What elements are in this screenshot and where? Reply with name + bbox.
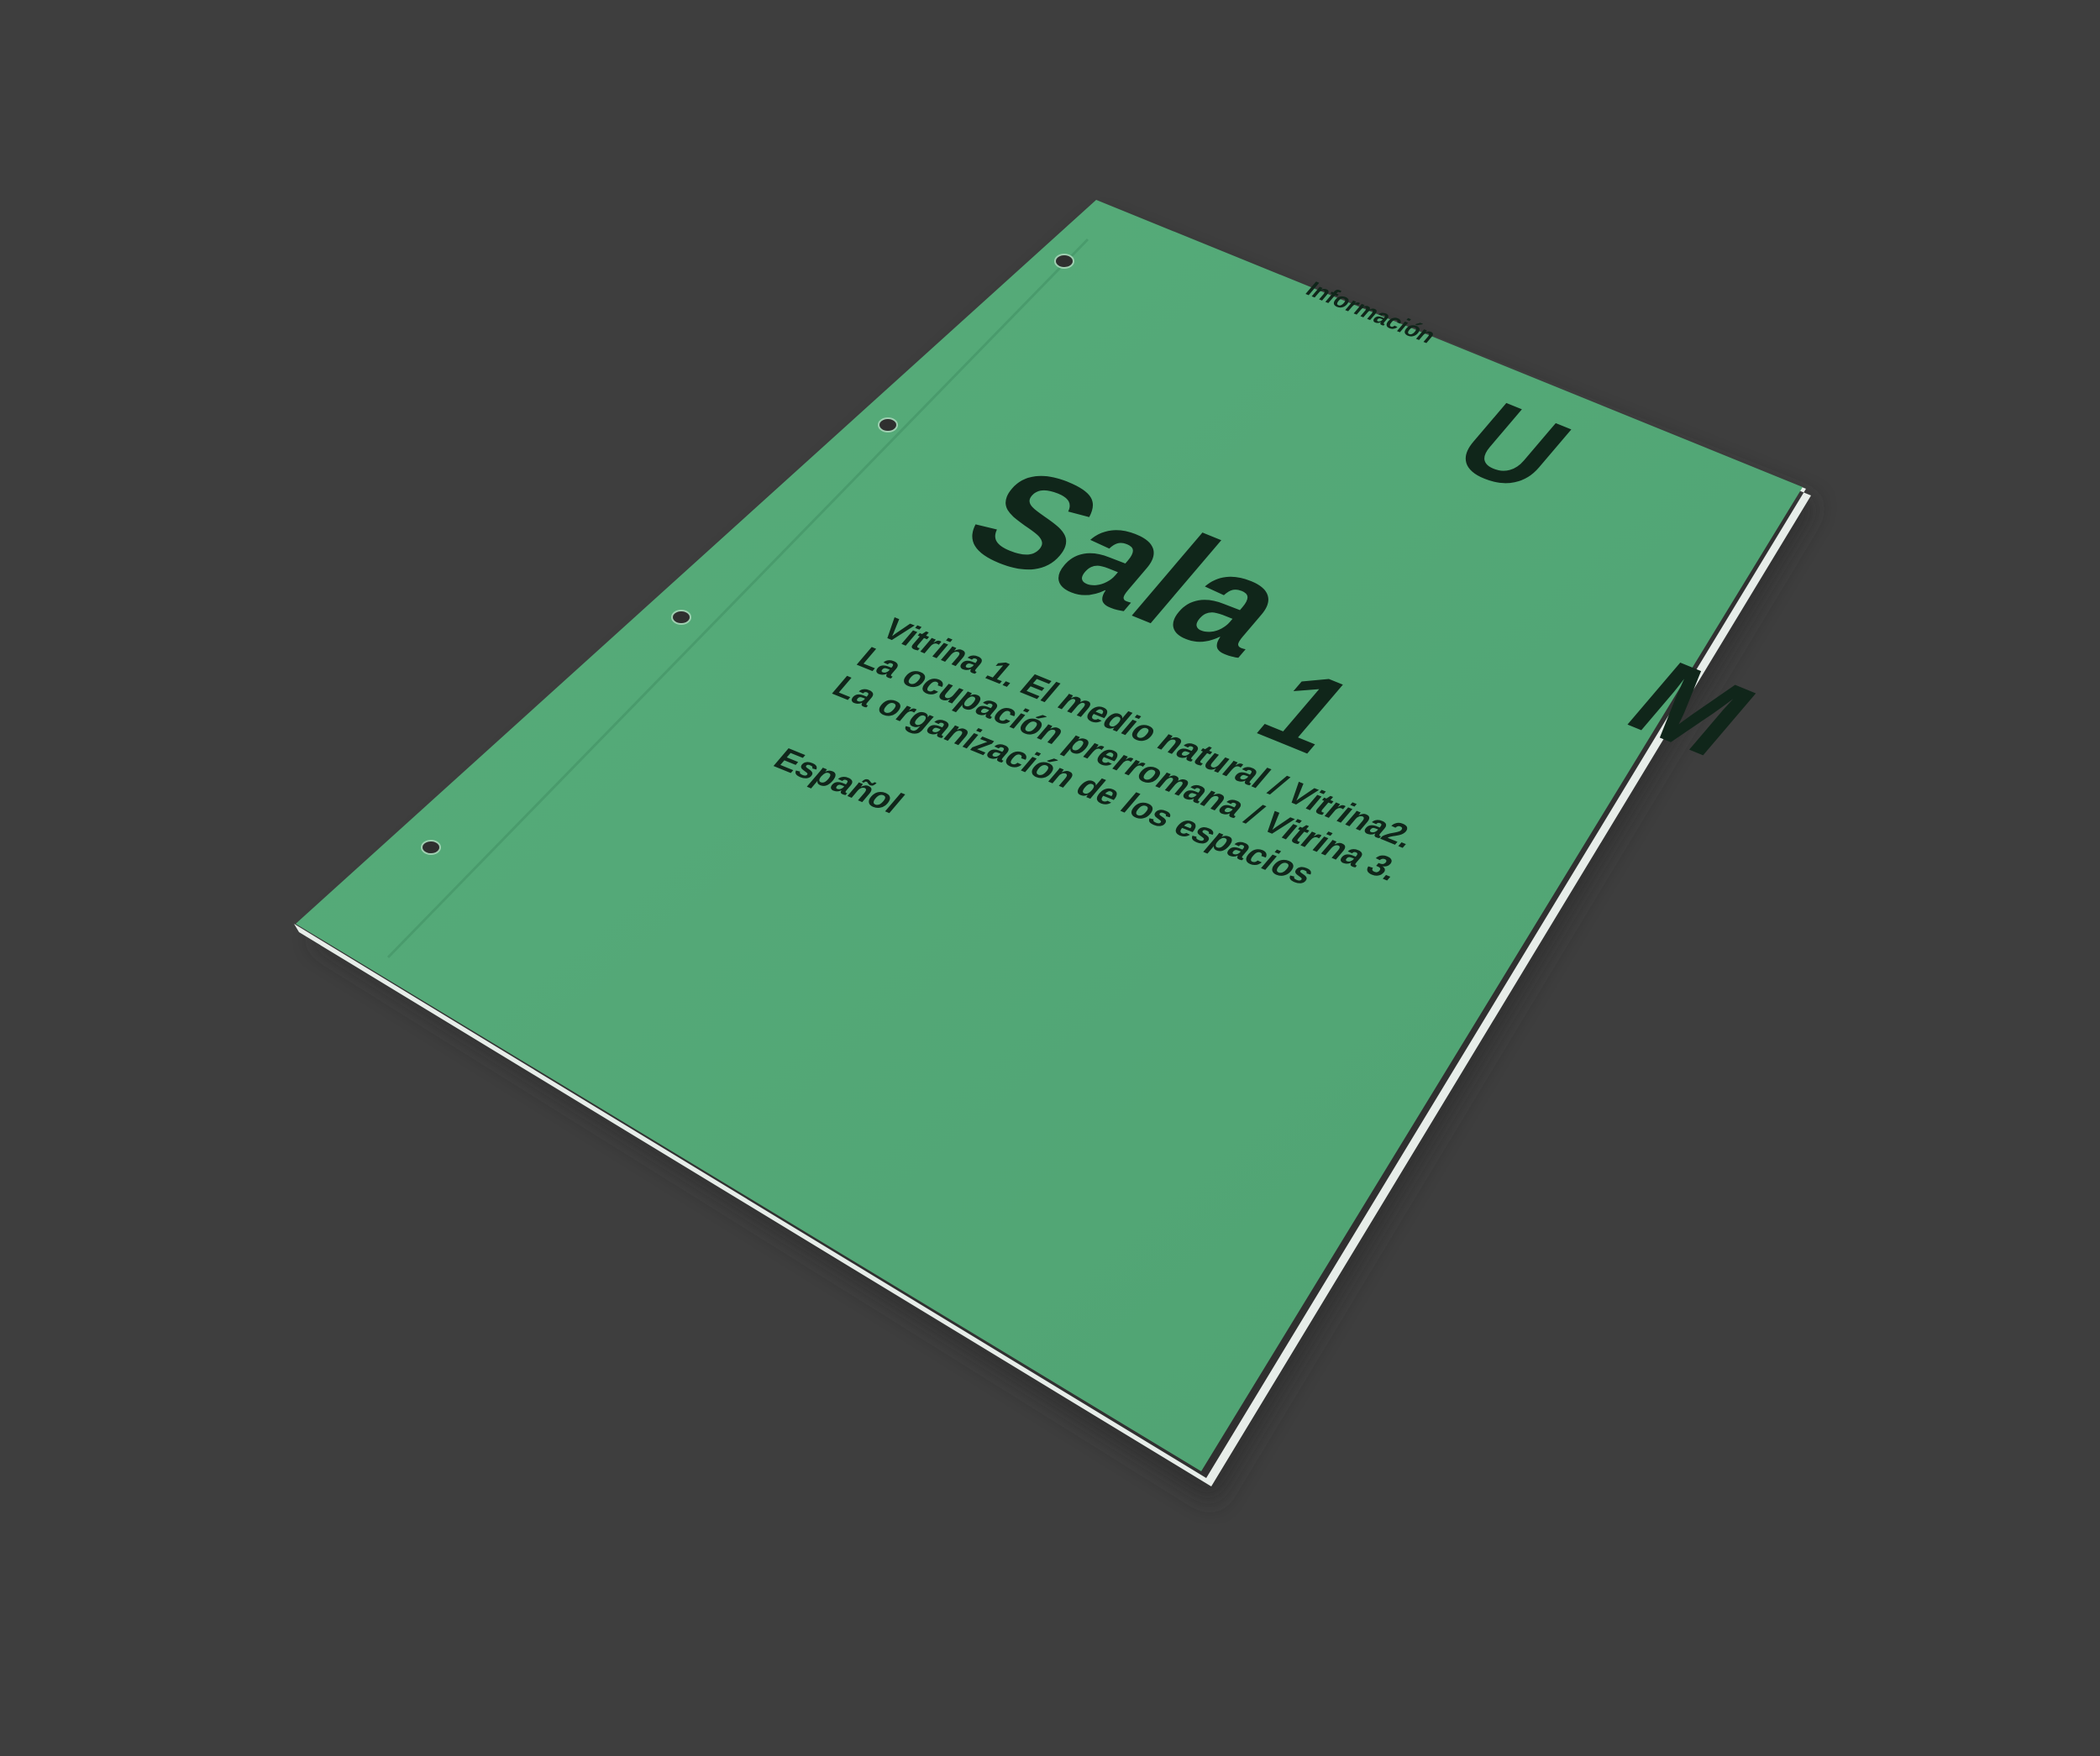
punch-hole xyxy=(421,840,441,855)
punch-hole xyxy=(878,417,898,432)
punch-hole xyxy=(1054,254,1074,269)
sheet xyxy=(296,200,1803,1471)
scene-background: Información U Sala M 1 Vitrina 1. El med… xyxy=(0,0,2100,1752)
punch-hole xyxy=(671,610,691,625)
brochure-mockup: Información U Sala M 1 Vitrina 1. El med… xyxy=(294,200,1816,1503)
